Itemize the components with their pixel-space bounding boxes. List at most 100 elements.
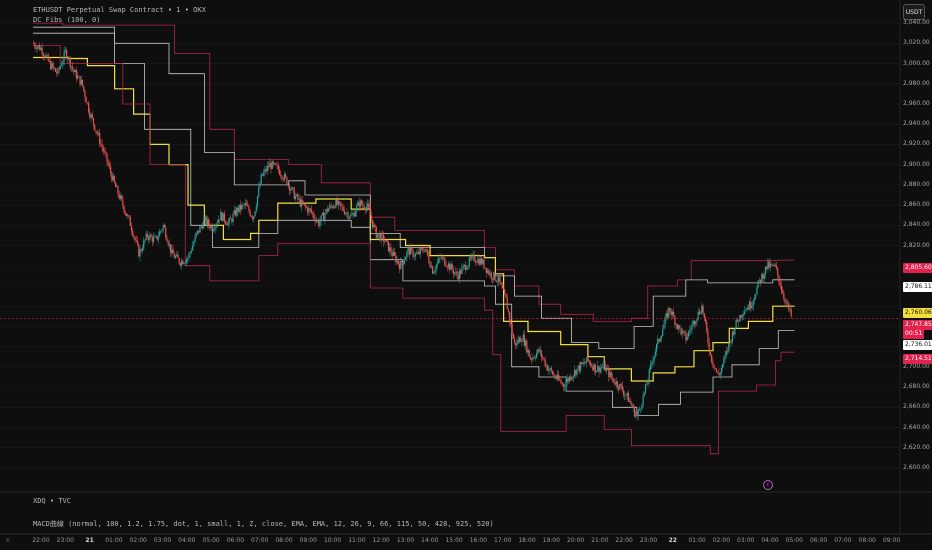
candle-body [276, 165, 278, 166]
candle-body [775, 265, 778, 269]
candle-body [312, 212, 314, 214]
candle-body [100, 143, 102, 145]
candle-body [222, 213, 224, 221]
candle-body [170, 244, 172, 253]
price-chart[interactable] [0, 0, 932, 550]
candle-body [506, 297, 508, 309]
candle-body [773, 264, 775, 267]
time-axis-label: 03:00 [153, 537, 172, 544]
candle-body [734, 328, 736, 335]
candle-body [409, 247, 412, 255]
candle-body [613, 378, 615, 383]
candle-body [686, 336, 688, 341]
candle-body [538, 348, 540, 352]
price-axis-label: 3,000.00 [903, 59, 930, 67]
candle-body [154, 236, 156, 238]
price-axis-label: 2,880.00 [903, 180, 930, 188]
candle-body [463, 264, 465, 266]
candle-body [101, 143, 103, 148]
candle-body [484, 267, 486, 269]
candle-body [163, 225, 166, 228]
candle-body [643, 392, 645, 396]
candle-body [171, 249, 173, 253]
candle-body [278, 169, 281, 175]
time-axis-label: 05:00 [202, 537, 220, 544]
candle-body [660, 336, 663, 339]
candle-body [65, 49, 68, 59]
candle-body [480, 258, 483, 264]
candle-body [654, 351, 656, 356]
event-marker-icon[interactable]: ℰ [763, 480, 773, 490]
candle-body [512, 334, 514, 339]
candle-body [188, 253, 190, 259]
candle-body [395, 255, 397, 263]
candle-body [253, 215, 255, 220]
candle-body [255, 206, 257, 212]
candle-body [419, 248, 421, 255]
candle-body [751, 305, 753, 309]
candle-body [72, 66, 74, 70]
candle-body [216, 222, 218, 225]
candle-body [742, 313, 745, 315]
candle-body [181, 260, 183, 266]
candle-body [476, 262, 478, 263]
time-axis-label: 01:00 [105, 537, 123, 544]
currency-button[interactable]: USDT [903, 4, 925, 20]
candle-body [675, 324, 677, 325]
candle-body [491, 278, 494, 280]
candle-body [736, 319, 738, 322]
candle-body [316, 220, 319, 222]
candle-body [221, 211, 223, 221]
candle-body [193, 241, 195, 246]
candle-body [540, 350, 543, 358]
candle-body [445, 265, 447, 267]
candle-body [396, 260, 398, 263]
candle-body [631, 404, 633, 408]
timezone-icon[interactable]: ⊙ [6, 537, 10, 544]
candle-body [697, 311, 699, 320]
candle-body [479, 258, 481, 265]
candle-body [458, 270, 461, 280]
band-upper [33, 22, 795, 322]
lower-pane-source[interactable]: XDQ • TVC [33, 497, 71, 505]
indicator-legend[interactable]: DC Fibs (100, 0) [33, 16, 100, 24]
candle-body [136, 240, 139, 245]
candle-body [196, 230, 199, 234]
candle-body [217, 219, 219, 223]
candle-body [562, 383, 565, 387]
candle-body [207, 219, 210, 225]
candle-body [602, 367, 604, 368]
candle-body [632, 406, 634, 408]
candle-body [108, 164, 111, 167]
candle-body [708, 342, 710, 352]
candle-body [199, 226, 201, 233]
candle-body [468, 257, 470, 266]
chart-grid [0, 22, 900, 469]
candle-body [371, 219, 374, 228]
candle-body [288, 184, 290, 191]
candle-body [353, 212, 355, 217]
candle-body [157, 236, 159, 240]
candle-body [271, 161, 273, 169]
symbol-legend[interactable]: ETHUSDT Perpetual Swap Contract • 1 • OK… [33, 6, 206, 14]
candle-body [638, 409, 641, 411]
time-axis-label: 10:00 [323, 537, 342, 544]
candle-body [435, 265, 437, 271]
macd-legend[interactable]: MACD曲線 (normal, 100, 1.2, 1.75, dot, 1, … [33, 519, 494, 529]
candle-body [692, 320, 694, 325]
time-axis-label: 04:00 [761, 537, 779, 544]
candle-body [752, 300, 754, 306]
candle-body [116, 186, 118, 187]
candle-body [80, 79, 82, 85]
candle-body [270, 162, 272, 169]
candle-body [469, 257, 472, 259]
candle-body [572, 375, 574, 378]
candle-body [580, 362, 582, 371]
candle-body [504, 289, 506, 295]
candle-body [482, 259, 484, 264]
candle-body [258, 187, 260, 197]
candle-body [237, 207, 239, 212]
candle-body [156, 235, 158, 240]
candle-body [635, 415, 637, 417]
candle-body [105, 151, 107, 154]
